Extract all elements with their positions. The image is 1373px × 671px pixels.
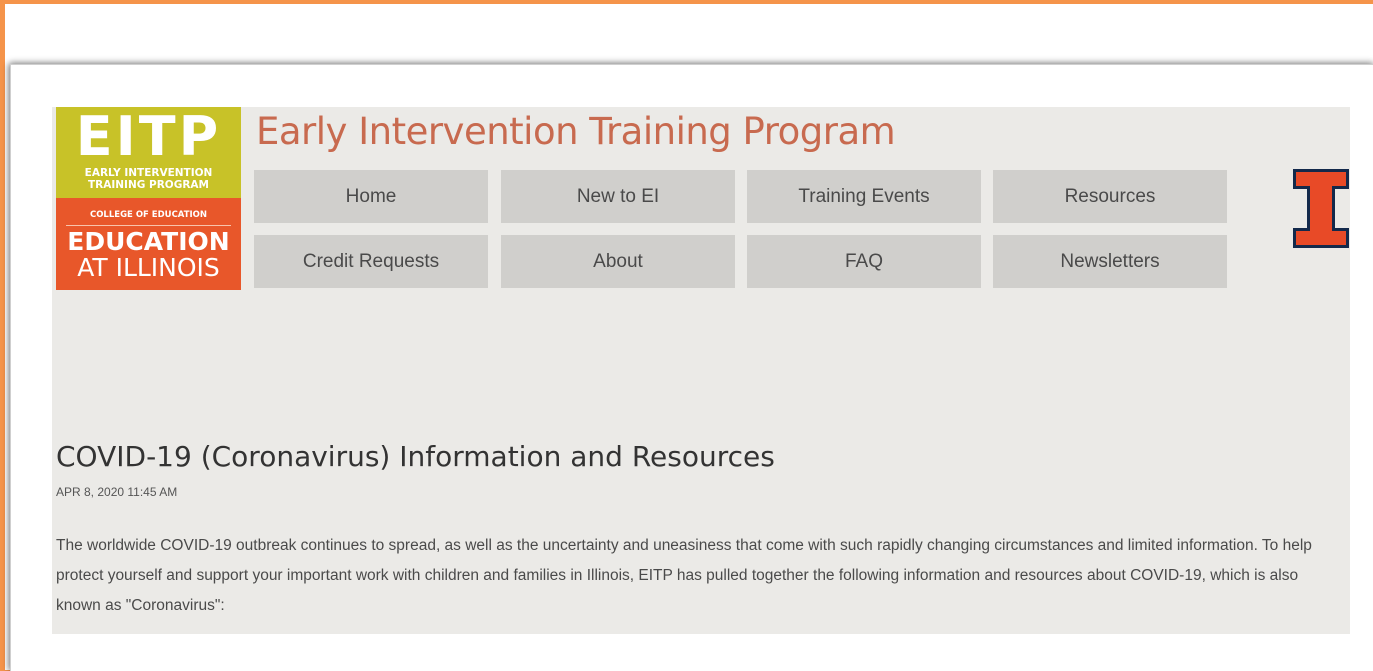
nav-newsletters[interactable]: Newsletters	[993, 235, 1227, 288]
illinois-block-i-icon[interactable]	[1292, 168, 1350, 249]
article-date: APR 8, 2020 11:45 AM	[56, 485, 178, 499]
article-title[interactable]: COVID-19 (Coronavirus) Information and R…	[56, 440, 775, 473]
nav-credit-requests[interactable]: Credit Requests	[254, 235, 488, 288]
logo-bottom-block: COLLEGE OF EDUCATION EDUCATION AT ILLINO…	[56, 198, 241, 290]
logo-divider	[66, 225, 231, 226]
eitp-logo[interactable]: EITP EARLY INTERVENTION TRAINING PROGRAM…	[56, 107, 241, 290]
logo-subtitle-line2: TRAINING PROGRAM	[87, 179, 210, 191]
logo-subtitle-line1: EARLY INTERVENTION	[84, 167, 213, 179]
nav-about[interactable]: About	[501, 235, 735, 288]
nav-training-events[interactable]: Training Events	[747, 170, 981, 223]
logo-college: COLLEGE OF EDUCATION	[89, 210, 208, 220]
nav-resources[interactable]: Resources	[993, 170, 1227, 223]
logo-acronym: EITP	[75, 105, 222, 168]
nav-home[interactable]: Home	[254, 170, 488, 223]
logo-education: EDUCATION	[67, 227, 230, 256]
logo-at-illinois: AT ILLINOIS	[77, 253, 220, 282]
article-body: The worldwide COVID-19 outbreak continue…	[56, 537, 1312, 614]
logo-top-block: EITP EARLY INTERVENTION TRAINING PROGRAM	[56, 107, 241, 198]
nav-new-to-ei[interactable]: New to EI	[501, 170, 735, 223]
site-title[interactable]: Early Intervention Training Program	[256, 110, 896, 153]
nav-faq[interactable]: FAQ	[747, 235, 981, 288]
